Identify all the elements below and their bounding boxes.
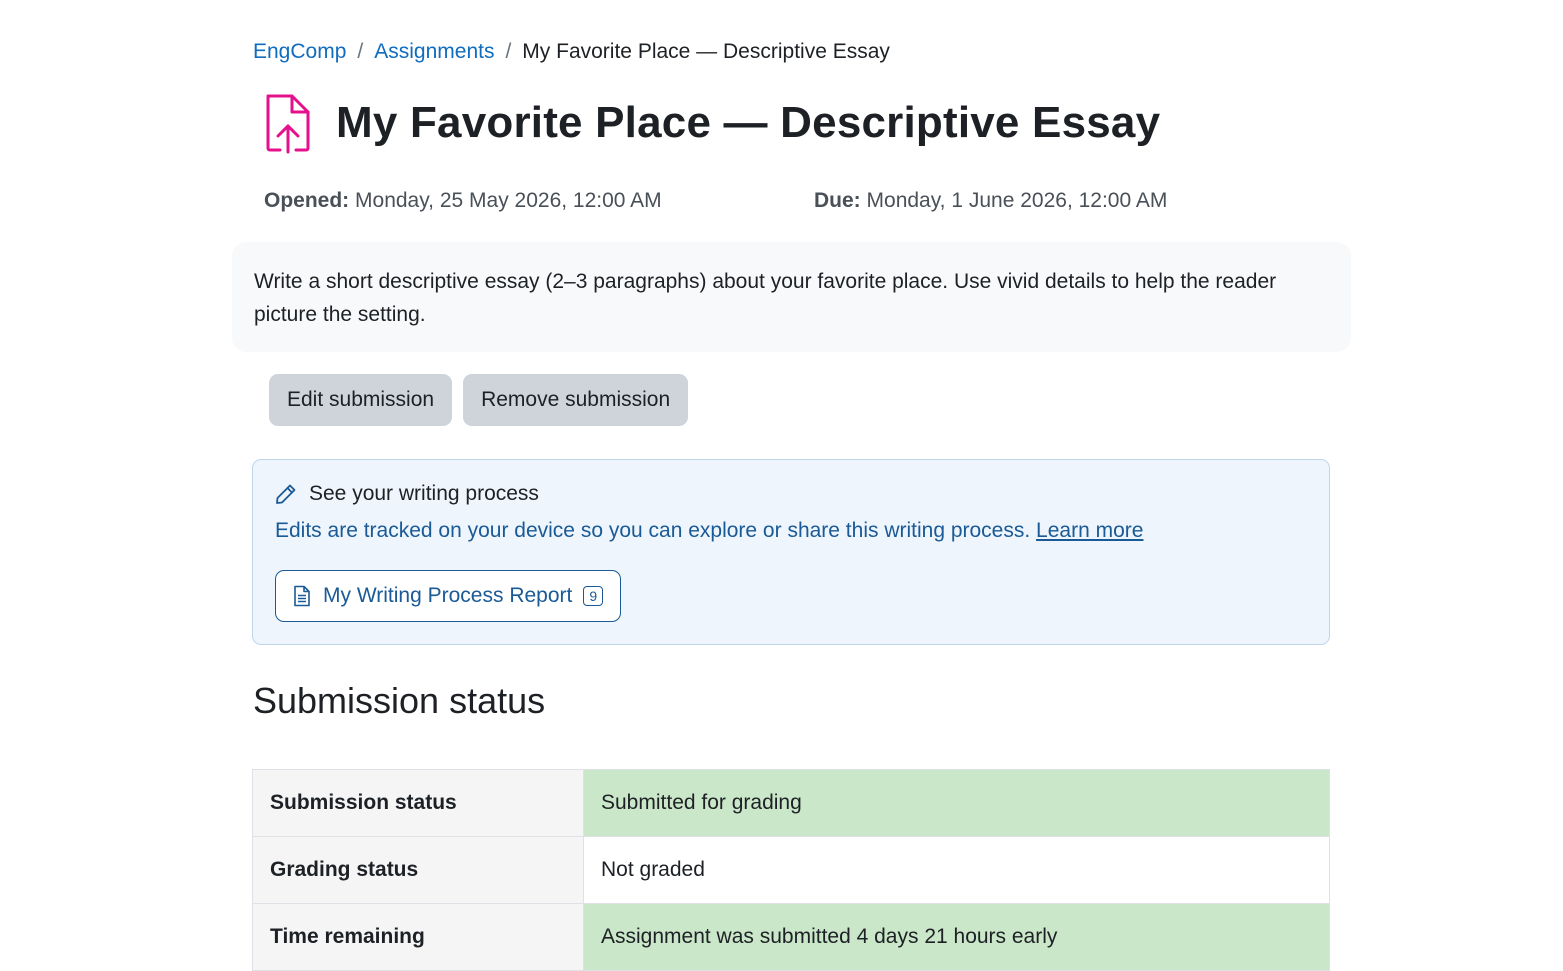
due-label: Due: (814, 189, 861, 212)
assignment-description: Write a short descriptive essay (2–3 par… (232, 242, 1351, 352)
submission-status-heading: Submission status (253, 680, 546, 721)
row-value: Assignment was submitted 4 days 21 hours… (583, 903, 1330, 971)
breadcrumb-current: My Favorite Place — Descriptive Essay (522, 40, 890, 63)
opened-value: Monday, 25 May 2026, 12:00 AM (355, 189, 662, 212)
breadcrumb-separator: / (505, 40, 512, 63)
writing-process-report-button[interactable]: My Writing Process Report 9 (275, 570, 622, 622)
report-label: My Writing Process Report (323, 584, 573, 607)
document-icon (294, 585, 310, 607)
writing-process-text: Edits are tracked on your device so you … (275, 519, 1031, 542)
table-row: Grading status Not graded (252, 836, 1330, 904)
pencil-icon (276, 484, 296, 504)
submission-status-table: Submission status Submitted for grading … (252, 769, 1330, 971)
row-label: Grading status (252, 836, 584, 904)
row-value: Not graded (583, 836, 1330, 904)
breadcrumb-separator: / (357, 40, 364, 63)
page-header: My Favorite Place — Descriptive Essay (262, 92, 1160, 154)
page-title: My Favorite Place — Descriptive Essay (336, 98, 1161, 147)
breadcrumb-course-link[interactable]: EngComp (253, 40, 346, 64)
writing-process-panel: See your writing process Edits are track… (252, 459, 1330, 645)
row-label: Time remaining (252, 903, 584, 971)
row-label: Submission status (252, 769, 584, 837)
writing-process-title: See your writing process (309, 482, 539, 505)
remove-submission-button[interactable]: Remove submission (463, 374, 689, 426)
report-count-badge: 9 (583, 586, 604, 606)
file-upload-icon (266, 94, 310, 154)
writing-process-heading: See your writing process (275, 482, 539, 506)
opened-date: Opened: Monday, 25 May 2026, 12:00 AM (264, 189, 662, 213)
due-value: Monday, 1 June 2026, 12:00 AM (866, 189, 1168, 212)
edit-submission-button[interactable]: Edit submission (269, 374, 453, 426)
table-row: Submission status Submitted for grading (252, 769, 1330, 837)
learn-more-link[interactable]: Learn more (1036, 519, 1143, 542)
breadcrumb-assignments-link[interactable]: Assignments (374, 40, 494, 64)
writing-process-description: Edits are tracked on your device so you … (275, 519, 1143, 543)
table-row: Time remaining Assignment was submitted … (252, 903, 1330, 971)
opened-label: Opened: (264, 189, 350, 212)
row-value: Submitted for grading (583, 769, 1330, 837)
due-date: Due: Monday, 1 June 2026, 12:00 AM (814, 189, 1167, 213)
submission-actions: Edit submission Remove submission (269, 374, 689, 426)
breadcrumb: EngComp / Assignments / My Favorite Plac… (253, 40, 890, 64)
